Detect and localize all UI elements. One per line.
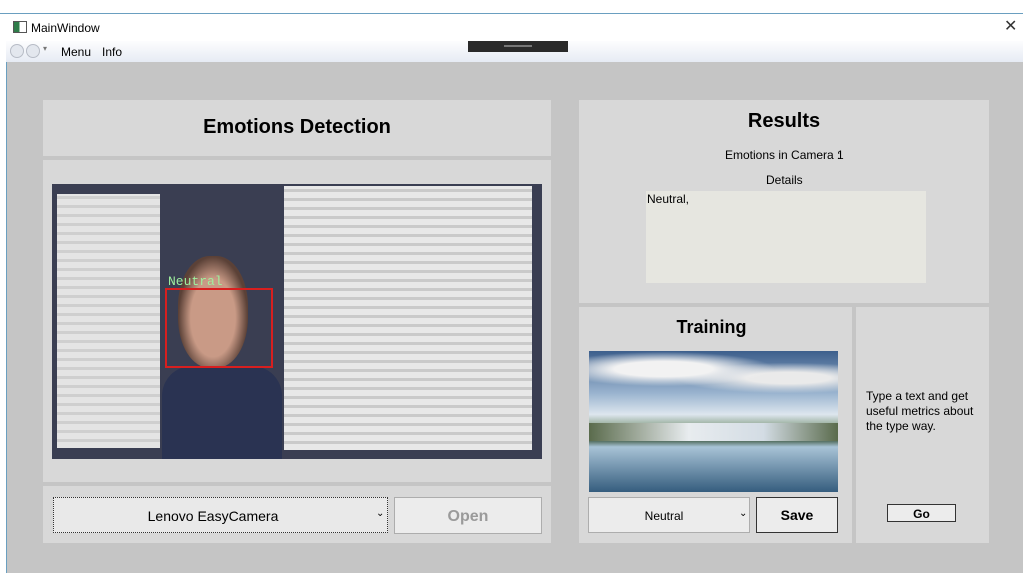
emotions-title: Emotions Detection (203, 116, 391, 138)
camera-panel: Neutral (43, 160, 551, 482)
save-button[interactable]: Save (756, 497, 838, 533)
title-bar: MainWindow ✕ (0, 13, 1023, 41)
open-button-label: Open (447, 508, 489, 525)
go-button[interactable]: Go (887, 504, 956, 522)
history-dropdown-icon[interactable]: ▾ (43, 44, 47, 53)
training-title: Training (676, 317, 747, 337)
metrics-description: Type a text and get useful metrics about… (866, 389, 974, 433)
menu-item-info[interactable]: Info (102, 45, 122, 59)
emotion-select[interactable]: Neutral ⌄ (588, 497, 750, 533)
close-icon[interactable]: ✕ (1004, 16, 1017, 36)
camera-feed: Neutral (52, 184, 542, 459)
training-image (589, 351, 838, 492)
metrics-panel: Type a text and get useful metrics about… (856, 307, 989, 543)
results-title: Results (747, 110, 821, 132)
camera-select-value: Lenovo EasyCamera (147, 508, 279, 524)
details-label: Details (766, 173, 803, 187)
background-wall-left (57, 194, 160, 448)
camera-controls-panel: Lenovo EasyCamera ⌄ Open (43, 486, 551, 543)
menu-bar: ▾ Menu Info (6, 41, 1023, 62)
emotions-count-value: 1 (837, 148, 844, 162)
drag-handle[interactable] (468, 41, 568, 52)
emotions-count-label: Emotions in Camera : (725, 148, 841, 162)
training-panel: Training Neutral ⌄ Save (579, 307, 852, 543)
forward-icon[interactable] (26, 44, 40, 58)
emotion-select-value: Neutral (644, 509, 684, 523)
chevron-down-icon: ⌄ (376, 508, 385, 519)
open-button[interactable]: Open (394, 497, 542, 534)
person-body (162, 366, 282, 459)
face-detection-box (165, 288, 273, 368)
results-panel: Results Emotions in Camera : 1 Details N… (579, 100, 989, 303)
details-text: Neutral, (647, 192, 690, 206)
window-title: MainWindow (31, 21, 100, 35)
app-icon (13, 21, 27, 33)
back-icon[interactable] (10, 44, 24, 58)
chevron-down-icon: ⌄ (739, 508, 748, 519)
emotions-header-panel: Emotions Detection (43, 100, 551, 156)
save-button-label: Save (780, 507, 814, 523)
go-button-label: Go (913, 507, 930, 521)
details-textbox[interactable]: Neutral, (646, 191, 926, 283)
camera-select[interactable]: Lenovo EasyCamera ⌄ (53, 497, 388, 533)
background-wall-right (284, 186, 532, 450)
face-emotion-label: Neutral (168, 274, 223, 289)
menu-item-menu[interactable]: Menu (61, 45, 91, 59)
